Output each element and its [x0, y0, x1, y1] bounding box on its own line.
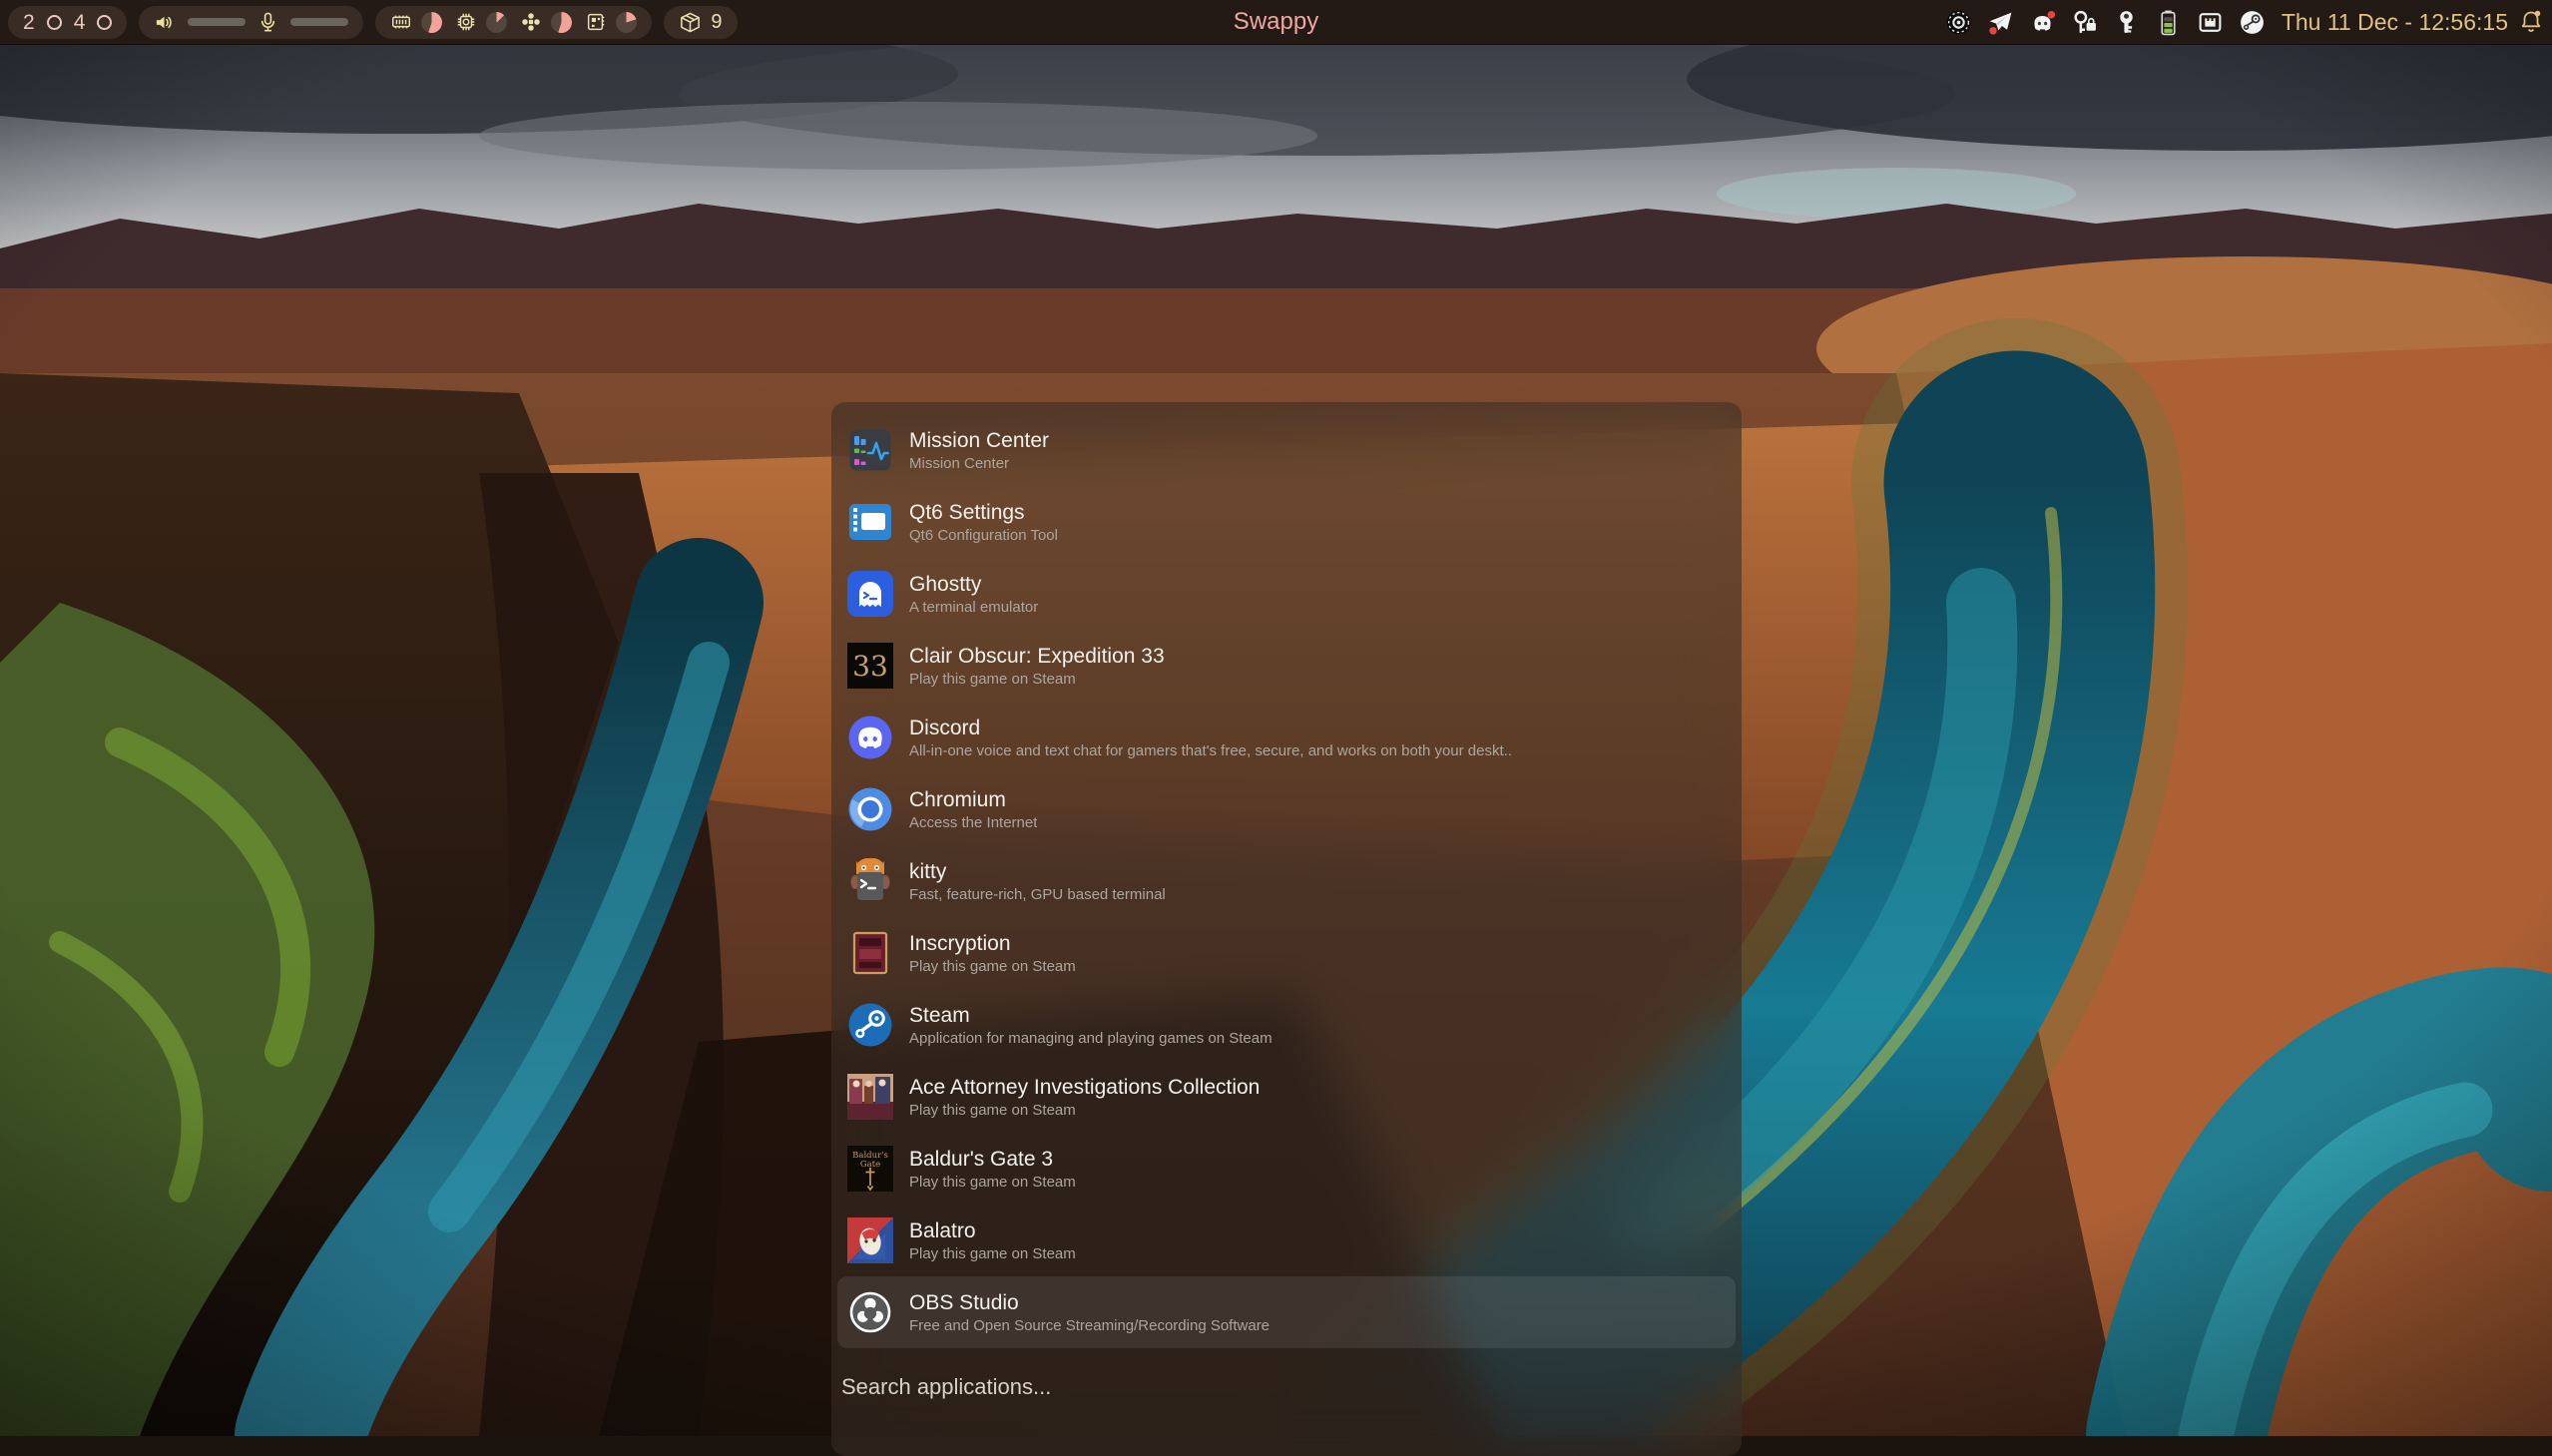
system-tray — [1945, 9, 2266, 36]
disk-icon — [585, 11, 607, 33]
workspace-empty-icon[interactable] — [97, 15, 112, 30]
app-row-inscryption[interactable]: Inscryption Play this game on Steam — [837, 917, 1736, 989]
app-description: Application for managing and playing gam… — [909, 1029, 1273, 1049]
app-list: Mission Center Mission Center Qt6 Settin… — [831, 414, 1742, 1348]
clock[interactable]: Thu 11 Dec - 12:56:15 — [2282, 9, 2508, 36]
app-name: Balatro — [909, 1217, 1076, 1244]
app-description: Play this game on Steam — [909, 1173, 1076, 1193]
app-row-ace-attorney[interactable]: Ace Attorney Investigations Collection P… — [837, 1061, 1736, 1133]
app-description: Fast, feature-rich, GPU based terminal — [909, 885, 1166, 905]
workspace-empty-icon[interactable] — [47, 15, 62, 30]
app-row-mission-center[interactable]: Mission Center Mission Center — [837, 414, 1736, 486]
app-name: Clair Obscur: Expedition 33 — [909, 643, 1165, 670]
app-name: Chromium — [909, 786, 1037, 813]
discord-icon — [847, 715, 893, 760]
app-description: Play this game on Steam — [909, 1244, 1076, 1264]
kitty-icon — [847, 858, 893, 904]
keepassxc-icon[interactable] — [2071, 9, 2098, 36]
app-name: Discord — [909, 715, 1512, 741]
memory-icon — [390, 11, 412, 33]
usage-gauge — [616, 12, 637, 33]
app-row-ghostty[interactable]: Ghostty A terminal emulator — [837, 558, 1736, 630]
app-name: Inscryption — [909, 930, 1076, 957]
app-row-discord[interactable]: Discord All-in-one voice and text chat f… — [837, 702, 1736, 773]
top-bar: 24 9 Swappy Thu 11 Dec - 12:56:15 — [0, 0, 2552, 45]
obs-icon — [847, 1289, 893, 1335]
steam-icon — [847, 1002, 893, 1048]
app-row-kitty[interactable]: kitty Fast, feature-rich, GPU based term… — [837, 845, 1736, 917]
battery-icon[interactable] — [2155, 9, 2182, 36]
app-row-balatro[interactable]: Balatro Play this game on Steam — [837, 1205, 1736, 1276]
app-name: kitty — [909, 858, 1166, 885]
package-icon — [679, 11, 702, 34]
discord-tray-icon[interactable] — [2029, 9, 2056, 36]
steelseries-icon[interactable] — [1945, 9, 1972, 36]
ace-attorney-icon — [847, 1074, 893, 1120]
app-name: Qt6 Settings — [909, 499, 1058, 526]
chromium-icon — [847, 786, 893, 832]
app-row-clair-obscur[interactable]: 33 Clair Obscur: Expedition 33 Play this… — [837, 630, 1736, 702]
bar-left-cluster: 24 9 — [8, 0, 738, 44]
svg-text:33: 33 — [852, 650, 888, 683]
app-description: All-in-one voice and text chat for gamer… — [909, 741, 1512, 761]
updates-indicator[interactable]: 9 — [664, 6, 737, 39]
app-description: Play this game on Steam — [909, 670, 1165, 690]
mic-slider[interactable] — [290, 18, 348, 26]
workspace-switcher[interactable]: 24 — [8, 6, 127, 39]
package-count: 9 — [711, 11, 722, 34]
usage-gauge — [486, 12, 507, 33]
app-name: Baldur's Gate 3 — [909, 1146, 1076, 1173]
steam-tray-icon[interactable] — [2239, 9, 2266, 36]
app-row-chromium[interactable]: Chromium Access the Internet — [837, 773, 1736, 845]
search-input[interactable] — [831, 1374, 1710, 1400]
inscryption-icon — [847, 930, 893, 976]
monitor-disk — [585, 11, 637, 33]
cpu-icon — [455, 11, 477, 33]
mission-center-icon — [847, 427, 893, 473]
qt6-icon — [847, 499, 893, 545]
balatro-icon — [847, 1217, 893, 1263]
app-name: Ghostty — [909, 571, 1038, 598]
app-row-steam[interactable]: Steam Application for managing and playi… — [837, 989, 1736, 1061]
monitor-cpu — [455, 11, 507, 33]
monitor-memory — [390, 11, 442, 33]
focused-window-title: Swappy — [1234, 8, 1318, 36]
app-description: Mission Center — [909, 454, 1049, 474]
app-description: A terminal emulator — [909, 598, 1038, 618]
gpu-icon — [520, 11, 542, 33]
speaker-icon — [154, 11, 177, 34]
app-description: Play this game on Steam — [909, 957, 1076, 977]
app-name: OBS Studio — [909, 1289, 1270, 1316]
notification-bell-icon[interactable] — [2518, 9, 2544, 35]
workspace-2[interactable]: 2 — [23, 12, 35, 33]
usage-gauge — [421, 12, 442, 33]
app-row-qt6[interactable]: Qt6 Settings Qt6 Configuration Tool — [837, 486, 1736, 558]
app-name: Steam — [909, 1002, 1273, 1029]
network-icon[interactable] — [2197, 9, 2224, 36]
app-description: Qt6 Configuration Tool — [909, 526, 1058, 546]
usage-gauge — [551, 12, 572, 33]
microphone-icon — [256, 11, 279, 34]
app-row-baldurs-gate[interactable]: Baldur'sGate Baldur's Gate 3 Play this g… — [837, 1133, 1736, 1205]
baldurs-gate-icon: Baldur'sGate — [847, 1146, 893, 1192]
ghostty-icon — [847, 571, 893, 617]
monitor-gpu — [520, 11, 572, 33]
app-description: Free and Open Source Streaming/Recording… — [909, 1316, 1270, 1336]
app-description: Access the Internet — [909, 813, 1037, 833]
clair-obscur-icon: 33 — [847, 643, 893, 689]
app-name: Mission Center — [909, 427, 1049, 454]
system-monitor[interactable] — [375, 6, 652, 39]
app-description: Play this game on Steam — [909, 1101, 1260, 1121]
telegram-icon[interactable] — [1987, 9, 2014, 36]
bar-right-cluster: Thu 11 Dec - 12:56:15 — [1945, 0, 2544, 44]
app-launcher: Mission Center Mission Center Qt6 Settin… — [831, 402, 1742, 1456]
volume-slider[interactable] — [188, 18, 246, 26]
app-row-obs[interactable]: OBS Studio Free and Open Source Streamin… — [837, 1276, 1736, 1348]
key-icon[interactable] — [2113, 9, 2140, 36]
workspace-4[interactable]: 4 — [74, 12, 86, 33]
audio-controls — [139, 6, 363, 39]
app-name: Ace Attorney Investigations Collection — [909, 1074, 1260, 1101]
